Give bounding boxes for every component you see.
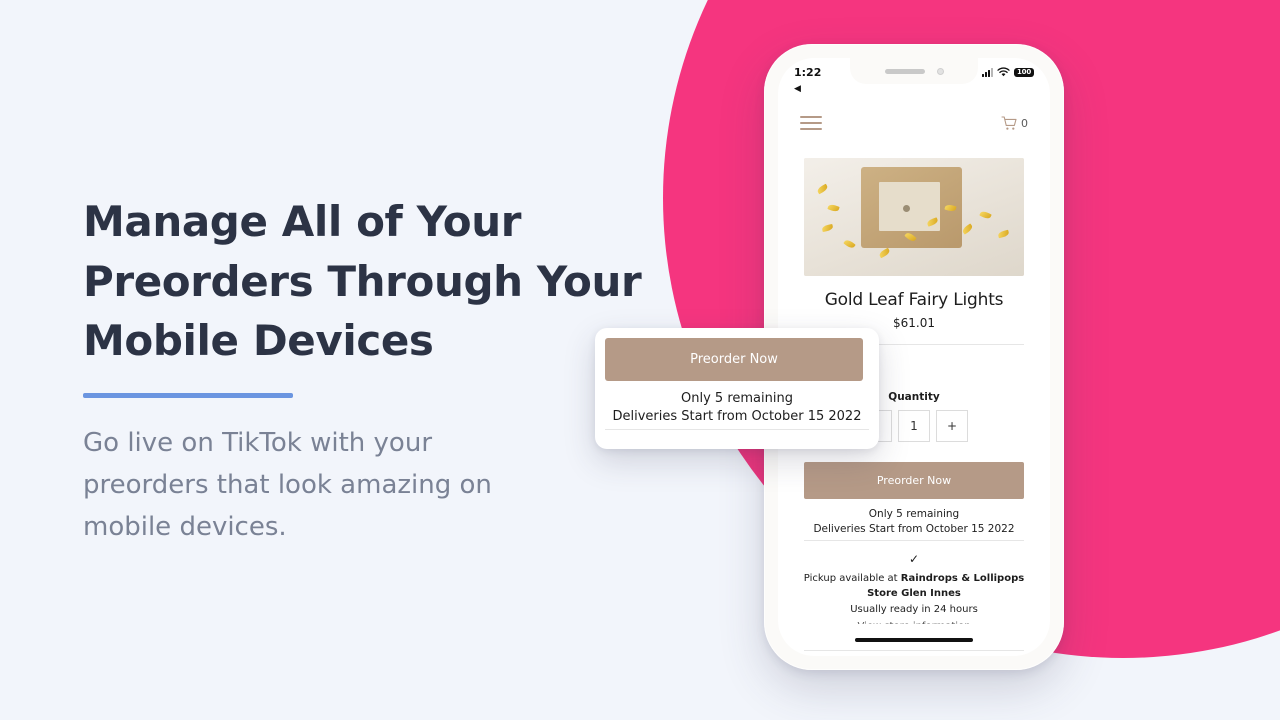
hero-copy: Manage All of Your Preorders Through You… — [83, 192, 683, 548]
pickup-ready-text: Usually ready in 24 hours — [850, 603, 978, 615]
product-title: Gold Leaf Fairy Lights — [824, 290, 1004, 310]
divider — [804, 650, 1024, 651]
phone-notch — [850, 58, 978, 84]
headline-line-2: Preorders Through Your — [83, 256, 642, 306]
pickup-prefix: Pickup available at — [803, 572, 901, 584]
callout-preorder-button[interactable]: Preorder Now — [605, 338, 863, 381]
headline-line-3: Mobile Devices — [83, 316, 434, 366]
page-title: Manage All of Your Preorders Through You… — [83, 192, 683, 371]
quantity-value[interactable]: 1 — [898, 410, 930, 442]
delivery-start-text: Deliveries Start from October 15 2022 — [813, 523, 1015, 535]
divider — [804, 540, 1024, 541]
cart-count: 0 — [1021, 116, 1028, 130]
app-bar: 0 — [778, 102, 1050, 144]
stock-remaining-text: Only 5 remaining — [868, 508, 960, 520]
pickup-availability: ✓ Pickup available at Raindrops & Lollip… — [798, 550, 1030, 624]
battery-icon: 100 — [1013, 67, 1034, 77]
preorder-button[interactable]: Preorder Now — [804, 462, 1024, 499]
shopping-cart-icon — [1001, 115, 1017, 130]
callout-stock-text: Only 5 remaining — [681, 391, 793, 406]
headline-line-1: Manage All of Your — [83, 197, 522, 246]
store-information-link[interactable]: View store information — [798, 619, 1030, 624]
callout-divider — [605, 429, 869, 430]
hero-banner: Manage All of Your Preorders Through You… — [0, 0, 1280, 720]
callout-delivery-text: Deliveries Start from October 15 2022 — [612, 409, 862, 424]
checkmark-icon: ✓ — [908, 552, 920, 566]
product-image[interactable] — [804, 158, 1024, 276]
preorder-callout-card: Preorder Now Only 5 remaining Deliveries… — [595, 328, 879, 449]
hero-subtitle: Go live on TikTok with your preorders th… — [83, 427, 492, 543]
wifi-icon — [997, 67, 1010, 77]
front-camera-icon — [936, 67, 944, 75]
quantity-increment-button[interactable]: + — [936, 410, 968, 442]
accent-divider — [83, 392, 293, 398]
earpiece-speaker-icon — [884, 68, 925, 74]
status-time: 1:22 — [794, 65, 822, 79]
back-arrow-icon[interactable]: ◀ — [794, 84, 801, 93]
home-indicator[interactable] — [855, 638, 973, 642]
cellular-bars-icon — [981, 67, 993, 77]
hamburger-menu-icon[interactable] — [800, 116, 822, 130]
shopping-cart-button[interactable]: 0 — [1001, 115, 1028, 131]
status-indicators: 100 — [981, 67, 1034, 77]
